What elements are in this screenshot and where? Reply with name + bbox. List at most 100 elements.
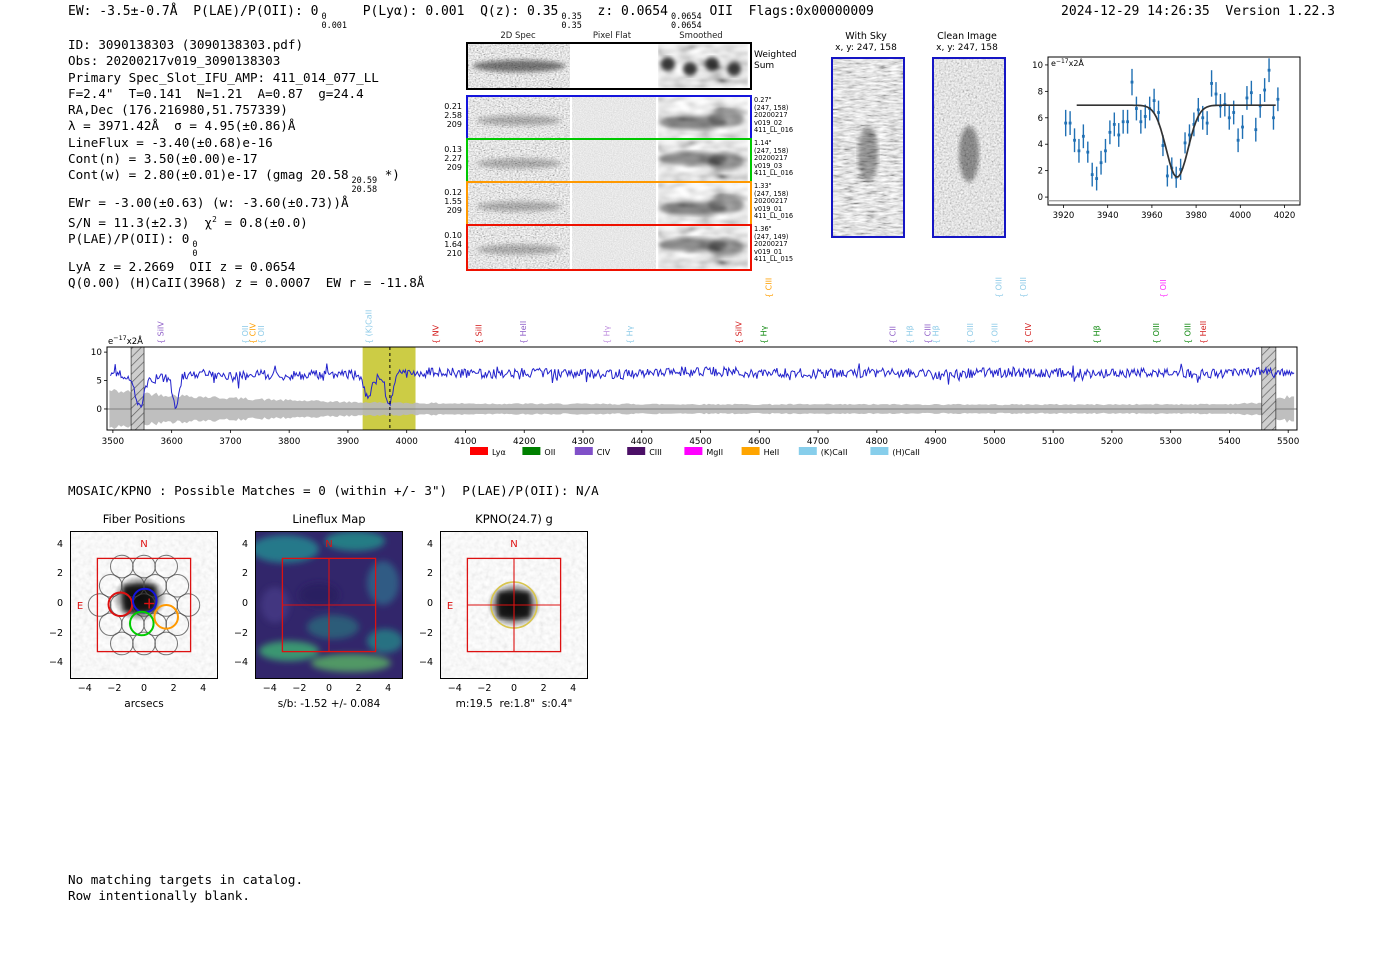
spec2d-row — [466, 138, 752, 185]
svg-text:4000: 4000 — [1229, 211, 1251, 221]
info-line: S/N = 11.3(±2.3) χ2 = 0.8(±0.0) — [68, 214, 308, 230]
stacked-value: 0 0.001 — [321, 12, 348, 31]
svg-text:CIV: CIV — [597, 448, 611, 457]
svg-text:5000: 5000 — [983, 437, 1006, 447]
svg-text:(K)CaII: (K)CaII — [821, 448, 848, 457]
svg-text:5: 5 — [96, 377, 102, 387]
line-label-(k)caii: { (K)CaII — [364, 310, 373, 344]
svg-text:OII: OII — [544, 448, 555, 457]
svg-text:4900: 4900 — [924, 437, 947, 447]
panel-ytick: 2 — [56, 568, 63, 580]
spectrum-legend: Lyα OII CIV CIII MgII HeII (K)CaII (H)CaII — [470, 447, 920, 457]
panel-ytick: 0 — [56, 598, 63, 609]
fitplot-gaussian-fit — [1076, 104, 1276, 178]
svg-text:3900: 3900 — [337, 437, 360, 447]
timestamp: 2024-12-29 14:26:35 — [1061, 4, 1210, 19]
info-line: RA,Dec (176.216980,51.757339) — [68, 102, 288, 118]
svg-text:10: 10 — [91, 348, 103, 358]
svg-text:4020: 4020 — [1274, 211, 1296, 221]
svg-text:3500: 3500 — [102, 437, 125, 447]
col-header-2dspec: 2D Spec — [500, 31, 536, 41]
panel-ytick: −4 — [233, 657, 248, 669]
svg-text:4100: 4100 — [454, 437, 477, 447]
cutout-title: With Sky — [845, 31, 887, 42]
info-line: λ = 3971.42Å σ = 4.95(±0.86)Å — [68, 118, 296, 134]
line-label-siiv: { SiIV — [735, 321, 744, 344]
panel-xtick: −2 — [292, 683, 307, 694]
line-label-oiii: { OIII — [1019, 277, 1028, 298]
info-line: F=2.4" T=0.141 N=1.21 A=0.87 g=24.4 — [68, 85, 364, 101]
footer-notes: No matching targets in catalog. Row inte… — [68, 872, 303, 904]
mosaic-heading: MOSAIC/KPNO : Possible Matches = 0 (with… — [68, 483, 599, 498]
info-line: ID: 3090138303 (3090138303.pdf) — [68, 37, 304, 52]
panel-xtick: 4 — [385, 683, 392, 694]
svg-text:6: 6 — [1038, 114, 1043, 124]
svg-text:4000: 4000 — [396, 437, 419, 447]
svg-text:5300: 5300 — [1159, 437, 1182, 447]
svg-text:MgII: MgII — [706, 448, 723, 457]
line-label-cii: { CII — [889, 326, 898, 344]
panel-xtick: 0 — [510, 683, 518, 694]
panel-caption-kpno_g: m:19.5 re:1.8" s:0.4" — [455, 698, 573, 710]
fiber-weight-label: 0.21 2.58 209 — [444, 102, 462, 129]
panel-ytick: −2 — [418, 627, 433, 639]
svg-text:3920: 3920 — [1053, 211, 1075, 221]
svg-text:HeII: HeII — [764, 448, 780, 457]
svg-text:0: 0 — [1038, 193, 1043, 203]
panel-xtick: 4 — [570, 683, 577, 694]
line-label-hγ: { Hγ — [625, 325, 634, 344]
svg-text:Lyα: Lyα — [492, 448, 506, 457]
info-line: EWr = -3.00(±0.63) (w: -3.60(±0.73))Å — [68, 195, 349, 211]
panel-xtick: −4 — [447, 683, 462, 694]
fitplot-unit-label: e−17x2Å — [1051, 57, 1084, 68]
panel-ytick: −4 — [48, 657, 63, 669]
svg-text:(H)CaII: (H)CaII — [892, 448, 919, 457]
svg-text:4800: 4800 — [866, 437, 889, 447]
compass-east-label: E — [77, 601, 83, 612]
svg-text:3940: 3940 — [1097, 211, 1119, 221]
compass-east-label: E — [447, 601, 453, 612]
svg-text:4400: 4400 — [631, 437, 654, 447]
line-label-siii: { SiII — [474, 324, 483, 344]
panel-title-fiber_positions: Fiber Positions — [102, 512, 186, 526]
svg-text:3700: 3700 — [219, 437, 242, 447]
masked-region — [130, 346, 145, 431]
fiber-weight-label: 0.13 2.27 209 — [444, 145, 462, 172]
compass-north-label: N — [140, 539, 147, 550]
compass-north-label: N — [510, 539, 517, 550]
timestamp-version: 2024-12-29 14:26:35 Version 1.22.3 — [1040, 4, 1335, 19]
panel-xtick: −2 — [107, 683, 122, 694]
masked-region — [1261, 346, 1277, 431]
svg-text:3800: 3800 — [278, 437, 301, 447]
line-label-hβ: { Hβ — [906, 325, 915, 344]
svg-text:5500: 5500 — [1277, 437, 1300, 447]
svg-text:4300: 4300 — [572, 437, 595, 447]
fiber-id-label: 0.27" (247, 158) 20200217 v019_02 411_LL_016 — [754, 96, 794, 135]
compass-north-label: N — [325, 539, 332, 550]
spec2d-row-images — [468, 97, 748, 140]
footer-line-1: No matching targets in catalog. — [68, 872, 304, 887]
panel-xtick: −4 — [77, 683, 92, 694]
line-label-ciii: { CIII — [765, 278, 774, 298]
panel-xtick: 0 — [325, 683, 333, 694]
svg-text:5400: 5400 — [1218, 437, 1241, 447]
line-label-hβ: { Hβ — [1093, 325, 1102, 344]
panel-image-lineflux_map: N — [255, 531, 403, 679]
panel-xtick: 4 — [200, 683, 207, 694]
cutout-title: Clean Image — [937, 31, 997, 42]
panel-ytick: −2 — [48, 627, 63, 639]
panel-xtick: 0 — [140, 683, 148, 694]
footer-line-2: Row intentionally blank. — [68, 888, 250, 903]
emission-line-fit-plot: 3920 3940 3960 3980 4000 4020 0 2 4 6 8 10 e−17x2Å — [1032, 56, 1301, 221]
panel-xtick: 2 — [540, 683, 547, 694]
panel-ytick: 2 — [241, 568, 248, 580]
elixer-report-page: EW: -3.5±-0.7Å P(LAE)/P(OII): 0 0 0.001 P(… — [0, 0, 1400, 953]
spec2d-row-images — [468, 183, 748, 226]
svg-text:3600: 3600 — [160, 437, 183, 447]
spec2d-row-weighted — [466, 42, 752, 90]
panel-ytick: −2 — [233, 627, 248, 639]
panel-ytick: 2 — [426, 568, 433, 580]
line-id-labels: { SiIV { OII { CIV { OII { (K)CaII { NV { SiII… — [156, 277, 1207, 344]
svg-text:0: 0 — [96, 405, 102, 415]
fiber-id-label: 1.33" (247, 158) 20200217 v019_01 411_LL_016 — [754, 182, 794, 221]
